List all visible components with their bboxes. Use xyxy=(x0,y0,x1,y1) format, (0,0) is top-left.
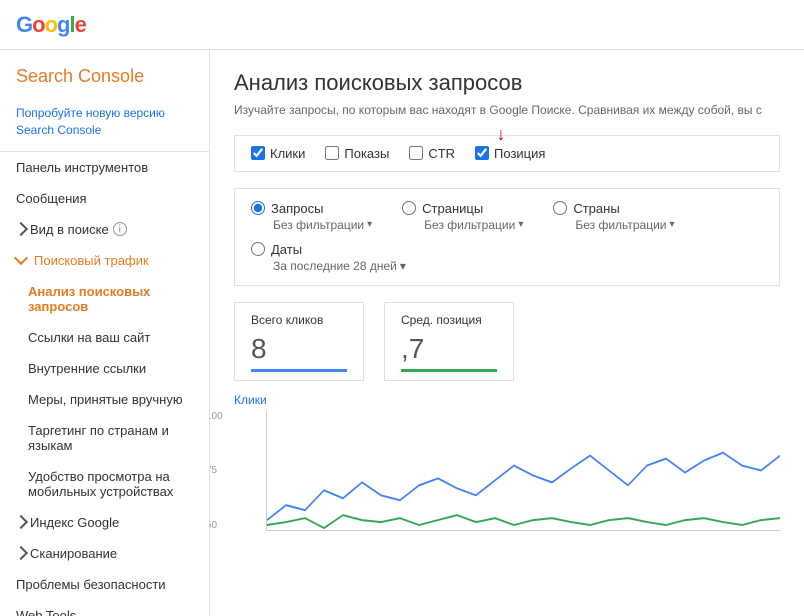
sidebar-item-search-queries[interactable]: → Анализ поисковых запросов xyxy=(0,276,209,322)
blue-line xyxy=(267,452,780,519)
sidebar: Search Console Попробуйте новую версию S… xyxy=(0,50,210,616)
dropdown-arrow-icon4: ▾ xyxy=(400,259,406,273)
red-arrow-position: ↓ xyxy=(496,124,505,145)
sidebar-item-manual-actions[interactable]: Меры, принятые вручную xyxy=(0,384,209,415)
position-bar xyxy=(401,369,497,372)
chart-wrapper: 100 75 50 xyxy=(234,411,780,531)
chevron-right-icon xyxy=(14,222,28,236)
queries-filter-label[interactable]: Без фильтрации ▾ xyxy=(251,218,372,232)
pages-radio[interactable] xyxy=(402,201,416,215)
radio-queries[interactable]: Запросы Без фильтрации ▾ xyxy=(251,201,372,232)
filter-position-container: ↓ Позиция xyxy=(475,146,545,161)
chevron-down-icon xyxy=(14,251,28,265)
countries-filter-label[interactable]: Без фильтрации ▾ xyxy=(553,218,674,232)
radio-pages[interactable]: Страницы Без фильтрации ▾ xyxy=(402,201,523,232)
position-checkbox[interactable] xyxy=(475,146,489,160)
queries-radio[interactable] xyxy=(251,201,265,215)
stats-row: Всего кликов 8 Сред. позиция ,7 xyxy=(234,302,780,381)
sidebar-item-view-search[interactable]: Вид в поиске i xyxy=(0,214,209,245)
chart-y-labels: 100 75 50 xyxy=(210,411,223,531)
date-dimension[interactable]: Даты За последние 28 дней ▾ xyxy=(251,242,406,273)
chevron-right-icon2 xyxy=(14,515,28,529)
sidebar-item-google-index[interactable]: Индекс Google xyxy=(0,507,209,538)
google-logo: Google xyxy=(16,12,86,38)
chart-section: Клики 100 75 50 xyxy=(234,393,780,531)
header: Google xyxy=(0,0,804,50)
dimensions-group: Запросы Без фильтрации ▾ Страницы Без фи… xyxy=(234,188,780,286)
countries-radio[interactable] xyxy=(553,201,567,215)
sidebar-item-mobile[interactable]: Удобство просмотра на мобильных устройст… xyxy=(0,461,209,507)
stat-clicks: Всего кликов 8 xyxy=(234,302,364,381)
sidebar-item-internal-links[interactable]: Внутренние ссылки xyxy=(0,353,209,384)
filter-position[interactable]: Позиция xyxy=(475,146,545,161)
main-content: Анализ поисковых запросов Изучайте запро… xyxy=(210,50,804,616)
clicks-checkbox[interactable] xyxy=(251,146,265,160)
chevron-right-icon3 xyxy=(14,546,28,560)
page-title: Анализ поисковых запросов xyxy=(234,70,780,96)
chart-svg xyxy=(267,411,780,530)
dropdown-arrow-icon2: ▾ xyxy=(518,219,523,230)
sidebar-item-web-tools[interactable]: Web Tools xyxy=(0,600,209,616)
layout: Search Console Попробуйте новую версию S… xyxy=(0,50,804,616)
sidebar-title: Search Console xyxy=(0,50,209,99)
filter-clicks[interactable]: Клики xyxy=(251,146,305,161)
shows-checkbox[interactable] xyxy=(325,146,339,160)
date-row: Даты За последние 28 дней ▾ xyxy=(251,242,763,273)
sidebar-item-security[interactable]: Проблемы безопасности xyxy=(0,569,209,600)
stat-position: Сред. позиция ,7 xyxy=(384,302,514,381)
promo-link[interactable]: Попробуйте новую версию Search Console xyxy=(16,105,193,139)
sidebar-item-search-traffic[interactable]: → Поисковый трафик xyxy=(0,245,209,276)
radio-countries[interactable]: Страны Без фильтрации ▾ xyxy=(553,201,674,232)
page-subtitle: Изучайте запросы, по которым вас находят… xyxy=(234,102,780,119)
chart-legend: Клики xyxy=(234,393,780,407)
sidebar-item-crawl[interactable]: Сканирование xyxy=(0,538,209,569)
ctr-checkbox[interactable] xyxy=(409,146,423,160)
date-range-label[interactable]: За последние 28 дней ▾ xyxy=(251,259,406,273)
dropdown-arrow-icon: ▾ xyxy=(367,219,372,230)
filter-row: Клики Показы CTR ↓ Позиция xyxy=(234,135,780,172)
radio-row: Запросы Без фильтрации ▾ Страницы Без фи… xyxy=(251,201,763,232)
sidebar-item-messages[interactable]: Сообщения xyxy=(0,183,209,214)
dropdown-arrow-icon3: ▾ xyxy=(669,219,674,230)
green-line xyxy=(267,515,780,528)
clicks-bar xyxy=(251,369,347,372)
dates-radio[interactable] xyxy=(251,242,265,256)
filter-shows[interactable]: Показы xyxy=(325,146,389,161)
sidebar-item-panel[interactable]: Панель инструментов xyxy=(0,152,209,183)
filter-ctr[interactable]: CTR xyxy=(409,146,455,161)
info-icon[interactable]: i xyxy=(113,222,127,236)
sidebar-item-backlinks[interactable]: Ссылки на ваш сайт xyxy=(0,322,209,353)
sidebar-item-targeting[interactable]: Таргетинг по странам и языкам xyxy=(0,415,209,461)
sidebar-promo: Попробуйте новую версию Search Console xyxy=(0,99,209,152)
chart-container xyxy=(266,411,780,531)
pages-filter-label[interactable]: Без фильтрации ▾ xyxy=(402,218,523,232)
